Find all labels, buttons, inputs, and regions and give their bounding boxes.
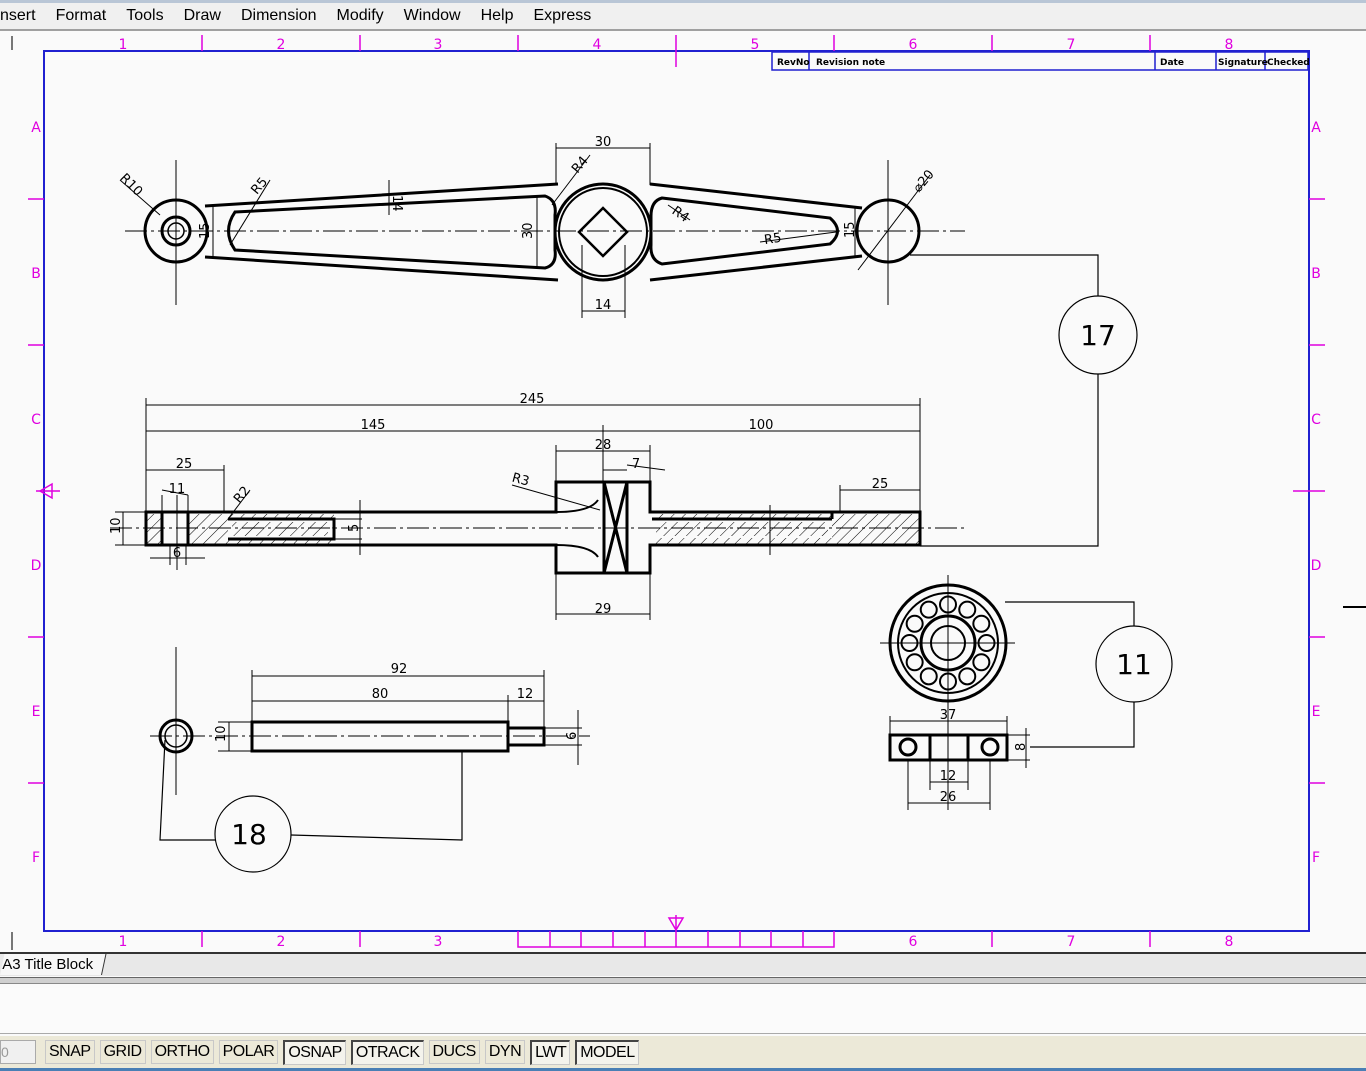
ruler-col-2-bottom: 2 — [277, 934, 286, 950]
tab-a3-title-block[interactable]: A3 Title Block — [0, 954, 107, 975]
status-toggle-lwt[interactable]: LWT — [530, 1039, 571, 1065]
dim-10-pin: 10 — [214, 725, 229, 742]
status-bar: 0 SNAP GRID ORTHO POLAR OSNAP OTRACK DUCS DYN LW… — [0, 1036, 1366, 1068]
dim-6-pin: 6 — [565, 732, 580, 740]
ruler-row-f: F — [32, 850, 40, 866]
coordinate-readout: 0 — [0, 1040, 36, 1064]
dim-29: 29 — [595, 602, 612, 617]
dim-100: 100 — [749, 418, 774, 433]
status-toggle-model[interactable]: MODEL — [575, 1039, 639, 1065]
ruler-col-8-bottom: 8 — [1225, 934, 1234, 950]
ruler-col-2: 2 — [277, 37, 286, 53]
header-revision-note: Revision note — [816, 58, 885, 68]
ruler-col-6: 6 — [909, 37, 918, 53]
dim-145: 145 — [361, 418, 386, 433]
dim-30-side: 30 — [521, 222, 536, 239]
dim-80: 80 — [372, 687, 389, 702]
balloon-11-label: 11 — [1116, 648, 1152, 681]
menu-insert[interactable]: nsert — [0, 7, 46, 25]
status-toggle-polar[interactable]: POLAR — [218, 1039, 279, 1064]
ruler-col-1: 1 — [119, 37, 128, 53]
ruler-row-c: C — [31, 412, 41, 428]
status-toggle-grid[interactable]: GRID — [99, 1039, 146, 1064]
dim-r5-right: R5 — [763, 231, 782, 248]
dim-15-right: 15 — [843, 221, 858, 238]
ruler-row-b: B — [31, 266, 41, 282]
dim-12-bearing: 12 — [940, 769, 957, 784]
menu-bar: nsert Format Tools Draw Dimension Modify… — [0, 0, 1366, 31]
ruler-row-a-right: A — [1311, 120, 1321, 136]
header-date: Date — [1160, 58, 1184, 68]
status-toggle-dyn[interactable]: DYN — [484, 1039, 526, 1064]
menu-tools[interactable]: Tools — [116, 7, 173, 25]
ruler-col-6-bottom: 6 — [909, 934, 918, 950]
dim-10: 10 — [109, 517, 124, 534]
menu-format[interactable]: Format — [46, 7, 117, 25]
dim-15: 15 — [198, 222, 213, 239]
dim-37: 37 — [940, 708, 957, 723]
menu-window[interactable]: Window — [394, 7, 471, 25]
ruler-col-3: 3 — [434, 37, 443, 53]
menu-draw[interactable]: Draw — [174, 7, 231, 25]
ruler-col-8: 8 — [1225, 37, 1234, 53]
dim-25-right: 25 — [872, 477, 889, 492]
dim-92: 92 — [391, 662, 408, 677]
status-toggle-ortho[interactable]: ORTHO — [150, 1039, 214, 1064]
ruler-col-3-bottom: 3 — [434, 934, 443, 950]
ruler-row-d: D — [31, 558, 42, 574]
ruler-row-c-right: C — [1311, 412, 1321, 428]
dim-11: 11 — [169, 482, 186, 497]
dim-5: 5 — [347, 524, 362, 532]
dim-8: 8 — [1014, 743, 1029, 751]
dim-14: 14 — [389, 195, 404, 212]
menu-help[interactable]: Help — [471, 7, 524, 25]
dim-30-top: 30 — [595, 135, 612, 150]
dim-12: 12 — [517, 687, 534, 702]
command-line[interactable] — [0, 988, 1366, 1034]
dim-28: 28 — [595, 438, 612, 453]
ruler-row-e-right: E — [1312, 704, 1321, 720]
balloon-18-label: 18 — [231, 818, 267, 851]
menu-express[interactable]: Express — [523, 7, 601, 25]
ruler-col-4: 4 — [593, 37, 602, 53]
header-signature: Signature — [1218, 58, 1268, 68]
dim-25-left: 25 — [176, 457, 193, 472]
ruler-row-e: E — [32, 704, 41, 720]
ruler-row-f-right: F — [1312, 850, 1320, 866]
status-toggle-osnap[interactable]: OSNAP — [283, 1039, 346, 1065]
ruler-col-1-bottom: 1 — [119, 934, 128, 950]
dim-6: 6 — [173, 546, 181, 561]
ruler-row-d-right: D — [1311, 558, 1322, 574]
ruler-col-7-bottom: 7 — [1067, 934, 1076, 950]
ruler-col-7: 7 — [1067, 37, 1076, 53]
tab-label: A3 Title Block — [2, 956, 94, 973]
header-checked: Checked — [1267, 58, 1310, 68]
status-toggle-snap[interactable]: SNAP — [45, 1039, 95, 1064]
dim-14-bottom: 14 — [595, 298, 612, 313]
ruler-row-a: A — [31, 120, 41, 136]
status-toggle-otrack[interactable]: OTRACK — [350, 1039, 424, 1065]
dim-245: 245 — [520, 392, 545, 407]
layout-tab-bar: A3 Title Block — [0, 952, 1366, 976]
balloon-17-label: 17 — [1080, 319, 1116, 352]
menu-modify[interactable]: Modify — [327, 7, 394, 25]
dim-7: 7 — [632, 457, 640, 472]
splitter[interactable] — [0, 977, 1366, 984]
header-revno: RevNo — [777, 58, 810, 68]
status-toggle-ducs[interactable]: DUCS — [428, 1039, 480, 1064]
ruler-col-5: 5 — [751, 37, 760, 53]
drawing-canvas[interactable]: 1 2 3 4 5 6 7 8 1 2 3 6 7 8 A B C D E F … — [0, 31, 1366, 952]
dim-26: 26 — [940, 790, 957, 805]
menu-dimension[interactable]: Dimension — [231, 7, 327, 25]
ruler-row-b-right: B — [1311, 266, 1321, 282]
